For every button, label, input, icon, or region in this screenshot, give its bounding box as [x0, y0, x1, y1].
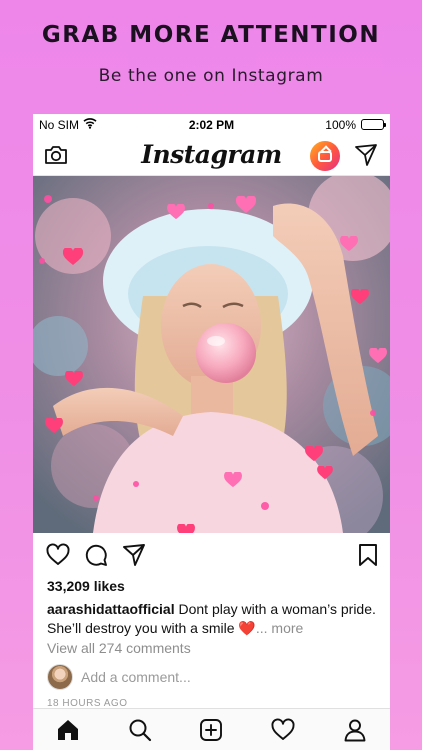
- post-caption: aarashidattaofficial Dont play with a wo…: [47, 600, 383, 638]
- battery-percentage: 100%: [325, 118, 356, 132]
- app-header: Instagram: [33, 136, 390, 176]
- igtv-icon[interactable]: [310, 141, 340, 171]
- add-comment-input[interactable]: Add a comment...: [81, 669, 191, 685]
- comment-icon[interactable]: [83, 542, 109, 568]
- phone-screen: No SIM 2:02 PM 100% Instagram 33,209 lik…: [33, 114, 390, 750]
- bookmark-icon[interactable]: [355, 542, 381, 568]
- promo-title: GRAB MORE ATTENTION: [41, 22, 381, 48]
- heart-icon[interactable]: [45, 542, 71, 568]
- caption-more-link[interactable]: ... more: [256, 620, 303, 636]
- caption-username[interactable]: aarashidattaofficial: [47, 601, 175, 617]
- new-post-icon[interactable]: [198, 717, 224, 743]
- like-count[interactable]: 33,209 likes: [47, 578, 125, 594]
- share-icon[interactable]: [121, 542, 147, 568]
- caption-heart-emoji: ❤️: [238, 620, 256, 636]
- activity-icon[interactable]: [270, 717, 296, 743]
- profile-icon[interactable]: [342, 717, 368, 743]
- add-comment-row[interactable]: Add a comment...: [47, 664, 377, 692]
- search-icon[interactable]: [127, 717, 153, 743]
- post-actions: [33, 533, 390, 577]
- bottom-tab-bar: [33, 708, 390, 750]
- home-icon[interactable]: [55, 717, 81, 743]
- direct-send-icon[interactable]: [353, 142, 379, 168]
- status-bar: No SIM 2:02 PM 100%: [33, 114, 390, 136]
- view-all-comments-link[interactable]: View all 274 comments: [47, 640, 191, 656]
- battery-icon: [361, 119, 386, 130]
- avatar: [47, 664, 73, 690]
- post-photo[interactable]: [33, 176, 390, 533]
- promo-subtitle: Be the one on Instagram: [98, 66, 324, 86]
